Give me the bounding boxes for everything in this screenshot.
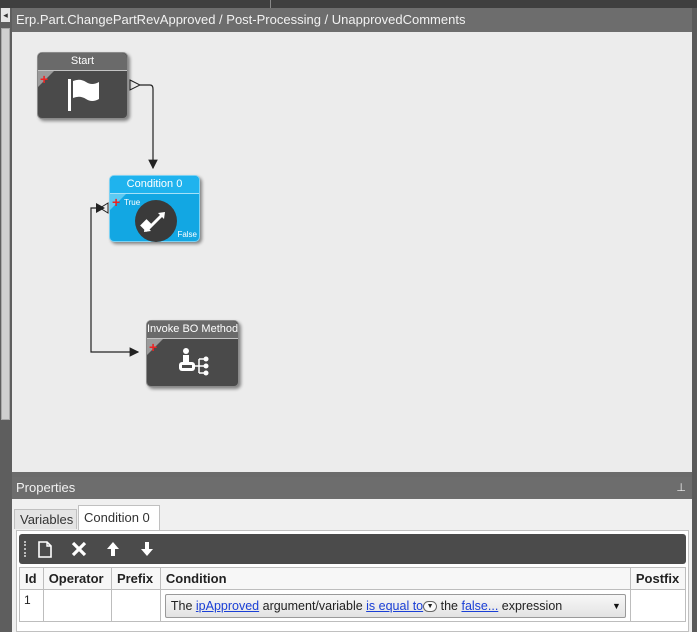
canvas-title: Erp.Part.ChangePartRevApproved / Post-Pr… [12,8,692,32]
condition-text: argument/variable [259,599,367,613]
condition-tab-content: Id Operator Prefix Condition Postfix 1 T… [16,530,689,632]
invoke-node-title: Invoke BO Method [147,321,238,339]
column-header-id[interactable]: Id [19,567,44,590]
scroll-up-arrow-icon[interactable]: ◂ [1,8,10,22]
scroll-thumb[interactable] [1,28,10,420]
start-output-port[interactable] [129,79,142,91]
table-row[interactable]: 1 The ipApproved argument/variable is eq… [19,589,687,622]
condition-arrows-icon [135,200,177,242]
column-header-postfix[interactable]: Postfix [629,567,687,590]
plus-icon[interactable]: + [40,72,48,86]
tab-variables[interactable]: Variables [14,509,77,529]
flag-icon [68,79,99,111]
condition-node-title: Condition 0 [110,176,199,194]
connector-start-to-condition [140,84,158,170]
new-document-icon[interactable] [34,538,56,560]
table-header-row: Id Operator Prefix Condition Postfix [19,567,687,590]
cell-condition[interactable]: The ipApproved argument/variable is equa… [159,589,631,622]
start-node[interactable]: Start + [37,52,128,119]
right-edge [692,8,697,632]
plus-icon[interactable]: + [112,195,120,209]
operator-dropdown-icon[interactable]: ▼ [423,601,438,613]
left-scrollbar[interactable]: ◂ [0,8,12,632]
column-header-operator[interactable]: Operator [42,567,112,590]
cell-postfix[interactable] [629,589,687,622]
invoke-bo-method-node[interactable]: Invoke BO Method + [146,320,239,387]
condition-node[interactable]: Condition 0 + True False [109,175,200,242]
operator-link[interactable]: is equal to [366,599,423,613]
bo-method-icon [179,348,209,376]
toolbar-grip[interactable] [24,541,26,557]
top-strip-separator [270,0,271,8]
condition-expression-box[interactable]: The ipApproved argument/variable is equa… [164,594,626,618]
condition-toolbar [19,534,686,564]
properties-panel: Variables Condition 0 Id Operator Prefix… [12,499,692,632]
condition-text: the [437,599,462,613]
workflow-designer: ◂ Erp.Part.ChangePartRevApproved / Post-… [0,0,697,632]
properties-title-text: Properties [16,480,76,495]
workflow-canvas[interactable]: Start + Condition 0 + True False Invoke … [12,32,692,472]
cell-prefix[interactable] [110,589,161,622]
top-strip [0,0,697,8]
pin-icon[interactable]: ⊥ [676,477,686,499]
value-link[interactable]: false... [461,599,498,613]
tab-condition-0[interactable]: Condition 0 [78,505,160,530]
delete-icon[interactable] [68,538,90,560]
plus-icon[interactable]: + [149,340,157,354]
column-header-condition[interactable]: Condition [159,567,631,590]
move-down-icon[interactable] [136,538,158,560]
start-node-title: Start [38,53,127,71]
properties-panel-title: Properties ⊥ [12,477,692,499]
condition-text: The [170,599,196,613]
cell-id[interactable]: 1 [19,589,44,622]
variable-link[interactable]: ipApproved [196,599,259,613]
condition-text: expression [498,599,563,613]
cell-operator[interactable] [42,589,112,622]
false-label: False [177,230,197,239]
move-up-icon[interactable] [102,538,124,560]
column-header-prefix[interactable]: Prefix [110,567,161,590]
chevron-down-icon[interactable]: ▼ [612,595,621,617]
conditions-table: Id Operator Prefix Condition Postfix 1 T… [19,567,687,622]
